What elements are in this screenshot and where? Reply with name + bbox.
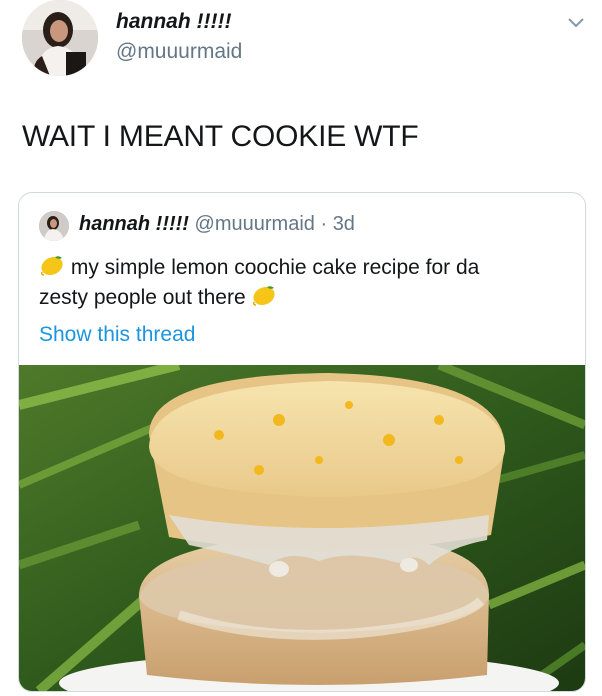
avatar-photo	[22, 0, 98, 76]
quoted-text-2: zesty people out there	[39, 286, 246, 309]
quoted-text-1: my simple lemon coochie cake recipe for …	[70, 256, 480, 279]
quoted-avatar[interactable]	[39, 211, 69, 241]
cake-photo[interactable]	[19, 365, 585, 691]
quoted-author-handle[interactable]: @muuurmaid	[195, 213, 315, 235]
quoted-tweet[interactable]: hannah !!!!! @muuurmaid · 3d my simple l…	[18, 192, 586, 692]
quoted-text-line-2: zesty people out there	[39, 285, 277, 310]
quoted-text-line-1: my simple lemon coochie cake recipe for …	[39, 255, 479, 280]
quoted-avatar-photo	[39, 211, 69, 241]
lemon-emoji-icon	[253, 286, 276, 306]
quoted-author-name[interactable]: hannah !!!!!	[79, 213, 189, 235]
lemon-emoji-icon	[41, 256, 63, 276]
quoted-timestamp[interactable]: 3d	[333, 213, 355, 235]
chevron-down-icon[interactable]	[566, 16, 586, 30]
quoted-meta: hannah !!!!! @muuurmaid · 3d	[79, 213, 355, 236]
show-thread-link[interactable]: Show this thread	[39, 323, 195, 347]
meta-separator: ·	[320, 213, 328, 235]
tweet-text: WAIT I MEANT COOKIE WTF	[22, 120, 419, 153]
tweet-header: hannah !!!!! @muuurmaid	[0, 0, 602, 96]
author-handle[interactable]: @muuurmaid	[116, 40, 242, 64]
avatar[interactable]	[22, 0, 98, 76]
author-name[interactable]: hannah !!!!!	[116, 10, 231, 34]
